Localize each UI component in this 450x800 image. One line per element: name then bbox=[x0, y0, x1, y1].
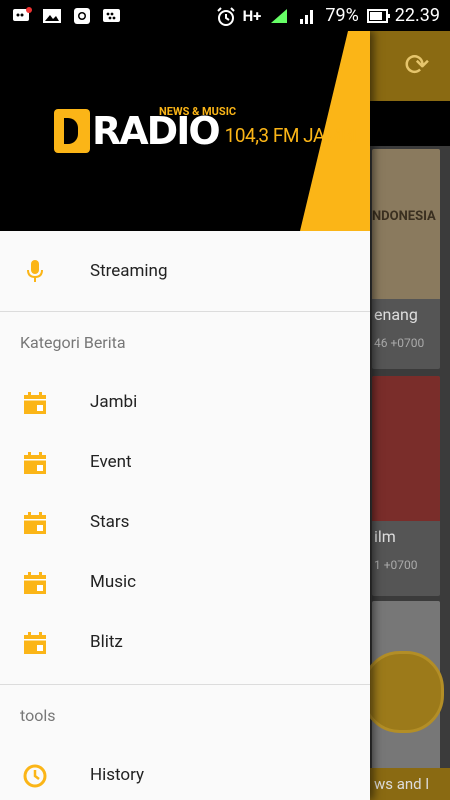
calendar-icon bbox=[22, 450, 48, 476]
news-card-image: NDONESIA bbox=[372, 149, 440, 299]
section-title-tools: tools bbox=[20, 706, 56, 725]
calendar-icon bbox=[22, 570, 48, 596]
news-card-title: enang bbox=[374, 305, 418, 324]
signal-sim2-icon bbox=[297, 7, 317, 25]
instagram-notification-icon bbox=[72, 7, 92, 25]
drawer-header: RADIO NEWS & MUSIC 104,3 FM JAMBI bbox=[0, 31, 370, 231]
news-card[interactable]: NDONESIA enang 46 +0700 bbox=[372, 149, 440, 369]
drawer-item-history[interactable]: History bbox=[0, 745, 370, 800]
gallery-notification-icon bbox=[42, 7, 62, 25]
clock-time: 22.39 bbox=[394, 5, 440, 26]
bbm-notification-icon bbox=[12, 6, 32, 25]
drawer-item-stars[interactable]: Stars bbox=[0, 492, 370, 552]
navigation-drawer: RADIO NEWS & MUSIC 104,3 FM JAMBI Stream… bbox=[0, 31, 370, 800]
news-card-time: 1 +0700 bbox=[374, 558, 418, 572]
drawer-item-label: Blitz bbox=[90, 632, 123, 652]
drawer-item-event[interactable]: Event bbox=[0, 432, 370, 492]
logo-tagline: NEWS & MUSIC bbox=[159, 105, 237, 118]
drawer-item-label: Stars bbox=[90, 512, 130, 532]
bbm-message-icon bbox=[102, 7, 122, 25]
news-card[interactable]: ilm 1 +0700 bbox=[372, 376, 440, 596]
refresh-icon[interactable]: ⟳ bbox=[402, 51, 432, 81]
status-bar: H+ 79% 22.39 bbox=[0, 0, 450, 31]
logo-frequency: 104,3 FM JAMBI bbox=[224, 124, 358, 147]
logo-d-mark bbox=[54, 109, 90, 153]
battery-percent: 79% bbox=[325, 5, 359, 26]
station-logo: RADIO NEWS & MUSIC 104,3 FM JAMBI bbox=[54, 105, 358, 153]
calendar-icon bbox=[22, 510, 48, 536]
battery-icon bbox=[366, 7, 390, 25]
drawer-item-label: Event bbox=[90, 452, 132, 472]
signal-sim1-icon bbox=[269, 7, 289, 25]
drawer-item-label: Streaming bbox=[90, 261, 168, 281]
calendar-icon bbox=[22, 630, 48, 656]
network-type-label: H+ bbox=[242, 6, 262, 25]
alarm-icon bbox=[215, 6, 235, 26]
news-card-time: 46 +0700 bbox=[374, 336, 425, 350]
microphone-icon bbox=[22, 258, 48, 284]
drawer-item-label: Music bbox=[90, 572, 137, 592]
news-card-image-text: NDONESIA bbox=[372, 209, 436, 224]
clock-icon bbox=[22, 763, 48, 789]
drawer-item-blitz[interactable]: Blitz bbox=[0, 612, 370, 672]
drawer-item-music[interactable]: Music bbox=[0, 552, 370, 612]
calendar-icon bbox=[22, 390, 48, 416]
drawer-item-label: Jambi bbox=[90, 392, 138, 412]
bottom-bar-text: ws and l bbox=[370, 768, 450, 800]
section-title-kategori: Kategori Berita bbox=[20, 333, 126, 352]
drawer-item-jambi[interactable]: Jambi bbox=[0, 372, 370, 432]
radio-on-fab[interactable] bbox=[362, 651, 444, 733]
drawer-item-label: History bbox=[90, 765, 145, 785]
drawer-item-streaming[interactable]: Streaming bbox=[0, 231, 370, 311]
news-card-title: ilm bbox=[374, 527, 396, 546]
news-card-image bbox=[372, 376, 440, 521]
